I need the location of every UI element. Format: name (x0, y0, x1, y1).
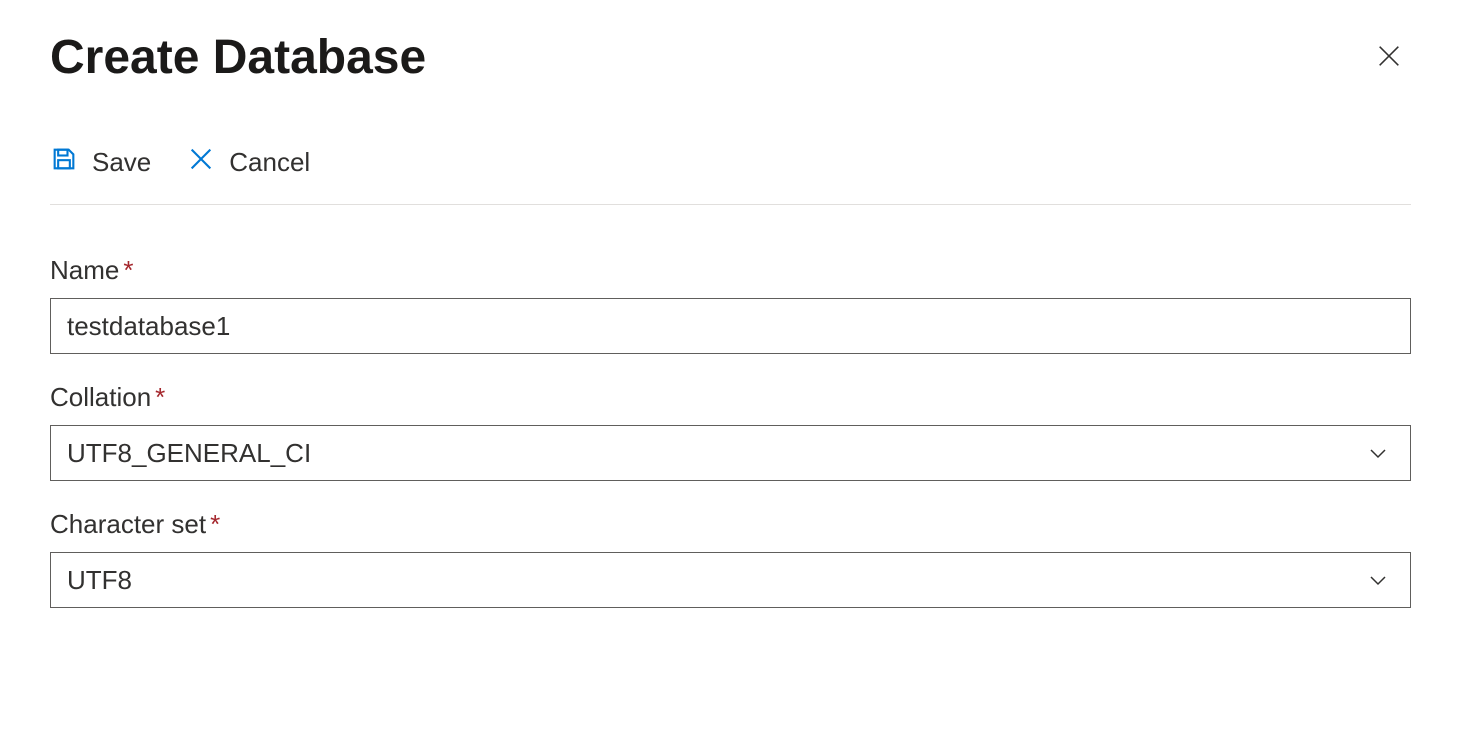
cancel-button-label: Cancel (229, 147, 310, 178)
collation-select-value: UTF8_GENERAL_CI (51, 426, 1346, 481)
close-button[interactable] (1367, 34, 1411, 81)
close-icon (1375, 42, 1403, 73)
toolbar: Save Cancel (50, 145, 1411, 205)
page-title: Create Database (50, 30, 426, 85)
chevron-down-icon (1346, 568, 1410, 592)
collation-select[interactable]: UTF8_GENERAL_CI (50, 425, 1411, 481)
charset-field-group: Character set* UTF8 (50, 509, 1411, 608)
collation-field-group: Collation* UTF8_GENERAL_CI (50, 382, 1411, 481)
required-indicator: * (210, 509, 220, 539)
charset-label: Character set* (50, 509, 1411, 540)
header-row: Create Database (50, 30, 1411, 85)
name-label-text: Name (50, 255, 119, 285)
collation-label: Collation* (50, 382, 1411, 413)
cancel-button[interactable]: Cancel (187, 145, 310, 180)
required-indicator: * (155, 382, 165, 412)
charset-select[interactable]: UTF8 (50, 552, 1411, 608)
save-icon (50, 145, 78, 180)
name-input[interactable] (50, 298, 1411, 354)
required-indicator: * (123, 255, 133, 285)
charset-select-value: UTF8 (51, 553, 1346, 608)
charset-label-text: Character set (50, 509, 206, 539)
save-button-label: Save (92, 147, 151, 178)
name-label: Name* (50, 255, 1411, 286)
collation-label-text: Collation (50, 382, 151, 412)
chevron-down-icon (1346, 441, 1410, 465)
cancel-icon (187, 145, 215, 180)
save-button[interactable]: Save (50, 145, 151, 180)
name-field-group: Name* (50, 255, 1411, 354)
